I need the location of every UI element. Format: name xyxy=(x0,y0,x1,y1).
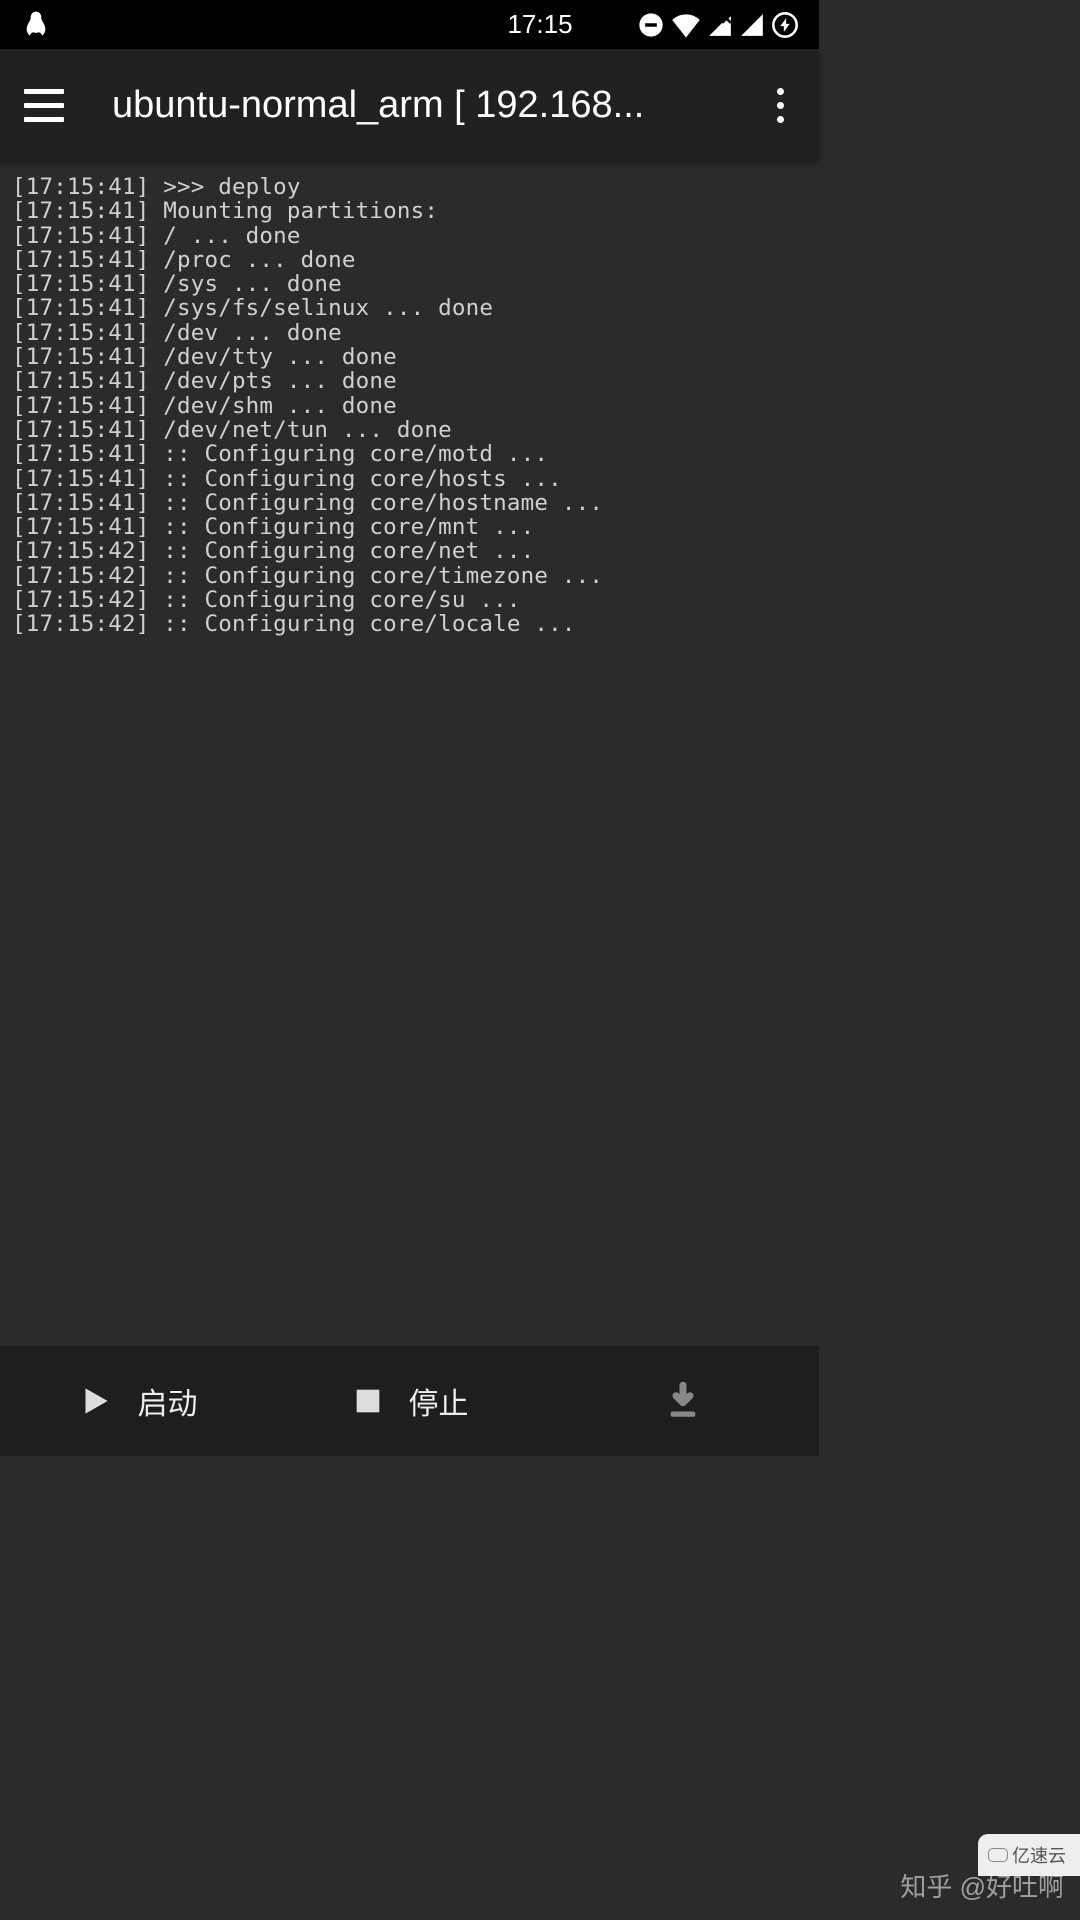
dnd-icon xyxy=(637,11,665,39)
start-label: 启动 xyxy=(138,1379,198,1423)
watermark-corner: 亿速云 xyxy=(978,1834,1080,1876)
bottom-bar: 启动 停止 xyxy=(0,1346,819,1456)
status-bar: 17:15 xyxy=(0,0,819,49)
battery-charging-icon xyxy=(771,11,799,39)
signal-icon xyxy=(739,12,765,38)
stop-button[interactable]: 停止 xyxy=(273,1346,546,1456)
wifi-icon xyxy=(671,12,701,38)
penguin-icon xyxy=(20,8,52,42)
status-notification-area xyxy=(20,8,52,42)
menu-icon[interactable] xyxy=(24,84,66,126)
play-icon xyxy=(76,1382,114,1420)
start-button[interactable]: 启动 xyxy=(0,1346,273,1456)
terminal-output[interactable]: [17:15:41] >>> deploy [17:15:41] Mountin… xyxy=(0,161,819,1346)
app-title: ubuntu-normal_arm [ 192.168... xyxy=(112,84,765,127)
app-bar: ubuntu-normal_arm [ 192.168... xyxy=(0,49,819,161)
signal-no-sim-icon xyxy=(707,12,733,38)
download-button[interactable] xyxy=(546,1346,819,1456)
more-options-icon[interactable] xyxy=(765,80,795,131)
stop-label: 停止 xyxy=(409,1379,469,1423)
download-icon xyxy=(662,1380,704,1422)
status-time: 17:15 xyxy=(507,9,572,40)
stop-icon xyxy=(351,1384,385,1418)
status-system-icons xyxy=(637,11,799,39)
